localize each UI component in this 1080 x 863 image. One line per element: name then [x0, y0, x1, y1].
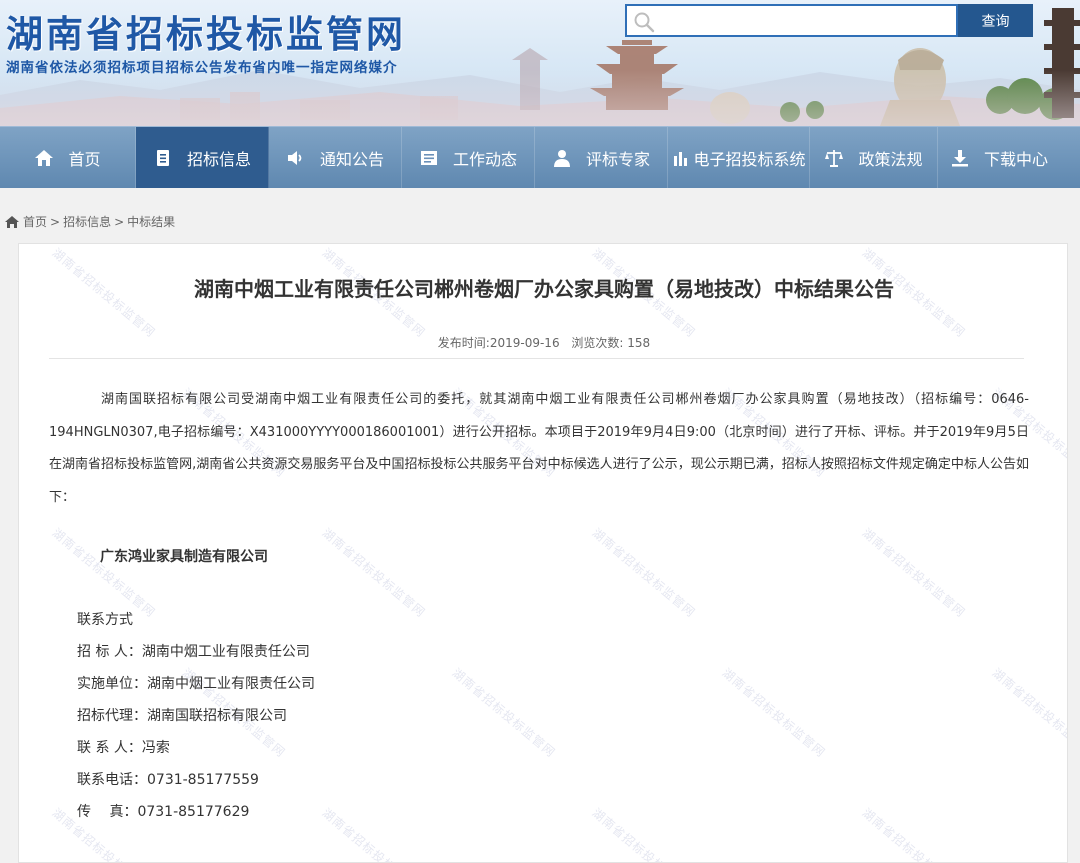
document-icon — [156, 149, 169, 166]
breadcrumb-separator: > — [114, 214, 125, 229]
contact-tenderer: 招 标 人：湖南中烟工业有限责任公司 — [77, 644, 310, 660]
download-icon — [951, 149, 968, 166]
contact-phone: 联系电话：0731-85177559 — [77, 772, 259, 788]
view-count: 浏览次数: 158 — [571, 336, 651, 350]
scales-icon — [825, 149, 844, 167]
nav-item-home[interactable]: 首页 — [0, 127, 136, 188]
nav-item-label: 电子招投标系统 — [693, 149, 806, 169]
search-box — [625, 4, 958, 37]
watermark-text: 湖南省招标投标监管网 — [49, 525, 158, 621]
nav-item-label: 通知公告 — [319, 149, 384, 169]
breadcrumb-separator: > — [50, 214, 61, 229]
nav-item-policies[interactable]: 政策法规 — [810, 127, 938, 188]
watermark-text: 湖南省招标投标监管网 — [859, 525, 968, 621]
breadcrumb-home[interactable]: 首页 — [23, 213, 47, 230]
search-input[interactable] — [661, 8, 955, 35]
search-icon — [634, 12, 655, 33]
list-icon — [420, 150, 437, 165]
banner-mist — [0, 70, 1080, 126]
main-nav: 首页 招标信息 通知公告 工作动态 评标专家 电子招投标系统 政策法规 下载中心 — [0, 126, 1080, 188]
contact-implementer: 实施单位：湖南中烟工业有限责任公司 — [77, 676, 315, 692]
winning-bidder: 广东鸿业家具制造有限公司 — [100, 549, 268, 565]
nav-item-work-news[interactable]: 工作动态 — [402, 127, 535, 188]
speaker-icon — [287, 150, 302, 165]
breadcrumb: 首页 > 招标信息 > 中标结果 — [4, 213, 175, 230]
site-subtitle: 湖南省依法必须招标项目招标公告发布省内唯一指定网络媒介 — [6, 60, 398, 76]
watermark-text: 湖南省招标投标监管网 — [859, 805, 968, 863]
contact-heading: 联系方式 — [77, 612, 133, 628]
nav-item-bidding-info[interactable]: 招标信息 — [136, 127, 269, 188]
nav-item-downloads[interactable]: 下载中心 — [938, 127, 1060, 188]
watermark-text: 湖南省招标投标监管网 — [989, 665, 1068, 761]
contact-agent: 招标代理：湖南国联招标有限公司 — [77, 708, 287, 724]
title-divider — [49, 358, 1024, 359]
home-icon — [35, 149, 54, 166]
nav-item-label: 工作动态 — [452, 149, 517, 169]
nav-item-experts[interactable]: 评标专家 — [535, 127, 668, 188]
watermark-text: 湖南省招标投标监管网 — [319, 805, 428, 863]
site-title: 湖南省招标投标监管网 — [6, 13, 406, 56]
site-banner: 湖南省招标投标监管网 湖南省依法必须招标项目招标公告发布省内唯一指定网络媒介 查… — [0, 0, 1080, 126]
watermark-text: 湖南省招标投标监管网 — [319, 525, 428, 621]
nav-item-label: 评标专家 — [585, 149, 650, 169]
bar-chart-icon — [674, 151, 688, 166]
watermark-text: 湖南省招标投标监管网 — [449, 665, 558, 761]
nav-item-label: 首页 — [68, 149, 101, 169]
breadcrumb-home-icon — [5, 215, 19, 228]
nav-item-label: 政策法规 — [858, 149, 923, 169]
article-meta: 发布时间:2019-09-16 浏览次数: 158 — [19, 334, 1067, 351]
article-title: 湖南中烟工业有限责任公司郴州卷烟厂办公家具购置（易地技改）中标结果公告 — [194, 277, 894, 301]
watermark-text: 湖南省招标投标监管网 — [589, 525, 698, 621]
breadcrumb-award-results[interactable]: 中标结果 — [127, 213, 175, 230]
watermark-text: 湖南省招标投标监管网 — [719, 665, 828, 761]
nav-item-label: 下载中心 — [983, 149, 1048, 169]
contact-person: 联 系 人：冯索 — [77, 740, 170, 756]
publish-time: 发布时间:2019-09-16 — [437, 336, 560, 350]
search-button[interactable]: 查询 — [958, 4, 1033, 37]
article-panel: 湖南省招标投标监管网 湖南省招标投标监管网 湖南省招标投标监管网 湖南省招标投标监管网… — [18, 243, 1068, 863]
contact-fax: 传 真：0731-85177629 — [77, 804, 250, 820]
breadcrumb-bidding-info[interactable]: 招标信息 — [63, 213, 111, 230]
watermark-text: 湖南省招标投标监管网 — [589, 805, 698, 863]
expert-icon — [553, 149, 570, 167]
nav-item-e-bidding-system[interactable]: 电子招投标系统 — [668, 127, 810, 188]
nav-item-label: 招标信息 — [186, 149, 251, 169]
article-body: 湖南国联招标有限公司受湖南中烟工业有限责任公司的委托，就其湖南中烟工业有限责任公… — [49, 392, 1029, 505]
nav-item-notices[interactable]: 通知公告 — [269, 127, 402, 188]
